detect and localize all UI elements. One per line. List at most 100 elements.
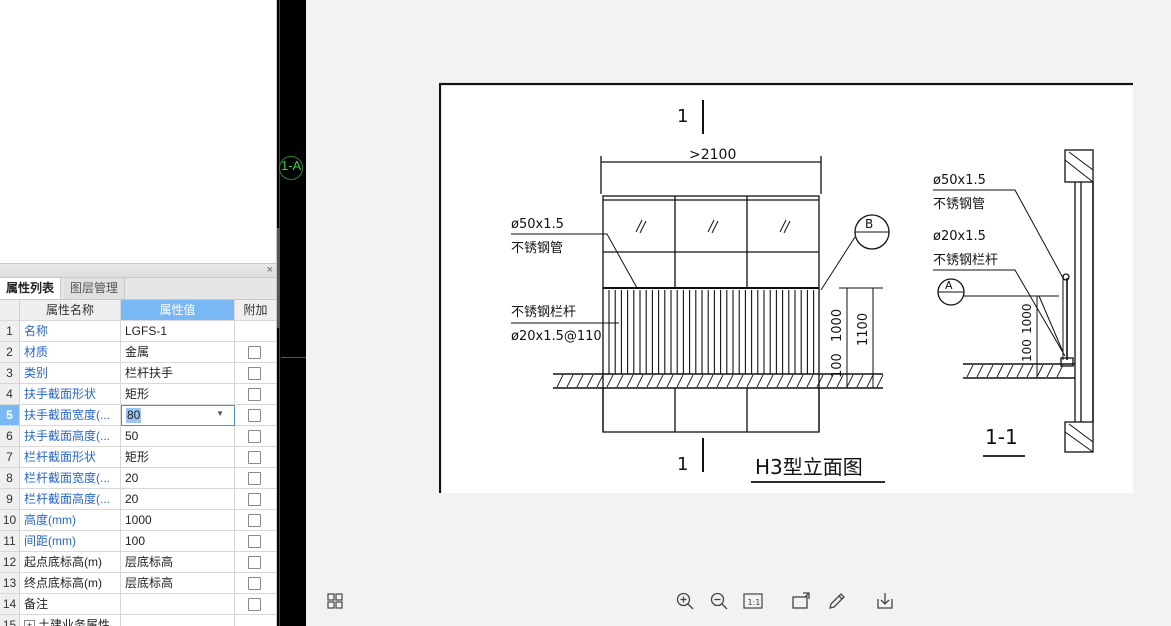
header-num: [0, 300, 20, 320]
property-name: 名称: [20, 321, 121, 341]
property-value[interactable]: 金属: [121, 342, 235, 362]
extra-checkbox[interactable]: [248, 493, 261, 506]
property-value[interactable]: 50: [121, 426, 235, 446]
property-name: 终点底标高(m): [20, 573, 121, 593]
table-row[interactable]: 6 扶手截面高度(... 50: [0, 426, 276, 447]
extra-cell: [235, 447, 276, 467]
property-value[interactable]: 1000: [121, 510, 235, 530]
close-icon[interactable]: ×: [267, 263, 273, 277]
extra-checkbox[interactable]: [248, 388, 261, 401]
property-name: 扶手截面形状: [20, 384, 121, 404]
table-row[interactable]: 5 扶手截面宽度(... 80 ▼: [0, 405, 276, 426]
table-row[interactable]: 12 起点底标高(m) 层底标高: [0, 552, 276, 573]
extra-checkbox[interactable]: [248, 556, 261, 569]
property-value[interactable]: 矩形: [121, 447, 235, 467]
panel-header: ×: [0, 263, 276, 278]
right-dim-1000: 1000: [1020, 303, 1034, 334]
property-name: 材质: [20, 342, 121, 362]
handrail-name: 不锈钢管: [511, 241, 563, 256]
panel-tabs: 属性列表 图层管理: [0, 278, 276, 300]
table-body: 1 名称 LGFS-1 2 材质 金属 3 类别 栏杆扶手 4 扶手截面形状 矩形 5 扶手截面宽度(..…: [0, 321, 276, 626]
property-value[interactable]: [121, 594, 235, 614]
property-value[interactable]: 层底标高: [121, 573, 235, 593]
extra-checkbox[interactable]: [248, 451, 261, 464]
extra-cell: [235, 384, 276, 404]
table-row[interactable]: 13 终点底标高(m) 层底标高: [0, 573, 276, 594]
dim-1100: 1100: [856, 313, 871, 346]
row-number: 5: [0, 405, 20, 425]
property-value-text: 80: [126, 408, 142, 423]
table-row[interactable]: 11 间距(mm) 100: [0, 531, 276, 552]
right-handrail-name: 不锈钢管: [933, 197, 985, 212]
extra-cell: [235, 405, 276, 425]
extra-cell: [235, 615, 276, 626]
extra-cell: [235, 363, 276, 383]
extra-checkbox[interactable]: [248, 472, 261, 485]
dropdown-arrow-icon[interactable]: ▼: [216, 409, 224, 418]
table-row[interactable]: 1 名称 LGFS-1: [0, 321, 276, 342]
property-name: 高度(mm): [20, 510, 121, 530]
table-row[interactable]: 9 栏杆截面高度(... 20: [0, 489, 276, 510]
handrail-spec: ø50x1.5: [511, 217, 564, 232]
extra-checkbox[interactable]: [248, 430, 261, 443]
table-row[interactable]: 15 + 土建业务属性: [0, 615, 276, 626]
table-row[interactable]: 4 扶手截面形状 矩形: [0, 384, 276, 405]
table-row[interactable]: 3 类别 栏杆扶手: [0, 363, 276, 384]
table-row[interactable]: 2 材质 金属: [0, 342, 276, 363]
property-value-input[interactable]: 80 ▼: [121, 405, 235, 426]
cad-scrollbar[interactable]: [277, 228, 280, 328]
property-value[interactable]: 栏杆扶手: [121, 363, 235, 383]
drawing-image: 1 >2100 ø50x1.5 不锈钢管 不锈钢栏杆 ø20x1.5@110 B…: [438, 82, 1133, 493]
actual-size-icon[interactable]: 1:1: [742, 590, 764, 612]
extra-cell: [235, 489, 276, 509]
property-value[interactable]: 层底标高: [121, 552, 235, 572]
expand-icon[interactable]: +: [24, 620, 35, 626]
cad-canvas[interactable]: [277, 0, 306, 626]
drawing-title: H3型立面图: [755, 455, 863, 479]
row-number: 12: [0, 552, 20, 572]
baluster-spec: ø20x1.5@110: [511, 329, 602, 344]
property-value[interactable]: LGFS-1: [121, 321, 235, 341]
zoom-in-icon[interactable]: [674, 590, 696, 612]
download-icon[interactable]: [874, 590, 896, 612]
extra-cell: [235, 321, 276, 341]
extra-checkbox[interactable]: [248, 577, 261, 590]
row-number: 11: [0, 531, 20, 551]
pen-icon[interactable]: [826, 590, 848, 612]
row-number: 7: [0, 447, 20, 467]
property-name: 栏杆截面形状: [20, 447, 121, 467]
table-header: 属性名称 属性值 附加: [0, 300, 276, 321]
property-value[interactable]: 20: [121, 468, 235, 488]
header-name[interactable]: 属性名称: [20, 300, 121, 320]
cad-line: [281, 357, 306, 358]
property-value[interactable]: [121, 615, 235, 626]
header-value[interactable]: 属性值: [121, 300, 235, 320]
extra-checkbox[interactable]: [248, 367, 261, 380]
tab-layer-management[interactable]: 图层管理: [64, 278, 126, 299]
extra-cell: [235, 552, 276, 572]
property-value[interactable]: 100: [121, 531, 235, 551]
header-extra[interactable]: 附加: [235, 300, 276, 320]
right-dim-100: 100: [1020, 339, 1034, 362]
table-row[interactable]: 7 栏杆截面形状 矩形: [0, 447, 276, 468]
table-row[interactable]: 10 高度(mm) 1000: [0, 510, 276, 531]
extra-checkbox[interactable]: [248, 535, 261, 548]
grid-icon[interactable]: [324, 590, 346, 612]
axis-label: 1-A: [281, 158, 302, 173]
extra-checkbox[interactable]: [248, 514, 261, 527]
tree-area: [0, 0, 276, 263]
rotate-icon[interactable]: [790, 590, 812, 612]
extra-checkbox[interactable]: [248, 598, 261, 611]
extra-cell: [235, 342, 276, 362]
section-title: 1-1: [985, 425, 1018, 449]
row-number: 9: [0, 489, 20, 509]
zoom-out-icon[interactable]: [708, 590, 730, 612]
property-value[interactable]: 20: [121, 489, 235, 509]
table-row[interactable]: 14 备注: [0, 594, 276, 615]
extra-checkbox[interactable]: [248, 346, 261, 359]
tab-property-list[interactable]: 属性列表: [0, 278, 62, 299]
property-value[interactable]: 矩形: [121, 384, 235, 404]
table-row[interactable]: 8 栏杆截面宽度(... 20: [0, 468, 276, 489]
extra-checkbox[interactable]: [248, 409, 261, 422]
property-name: 栏杆截面高度(...: [20, 489, 121, 509]
